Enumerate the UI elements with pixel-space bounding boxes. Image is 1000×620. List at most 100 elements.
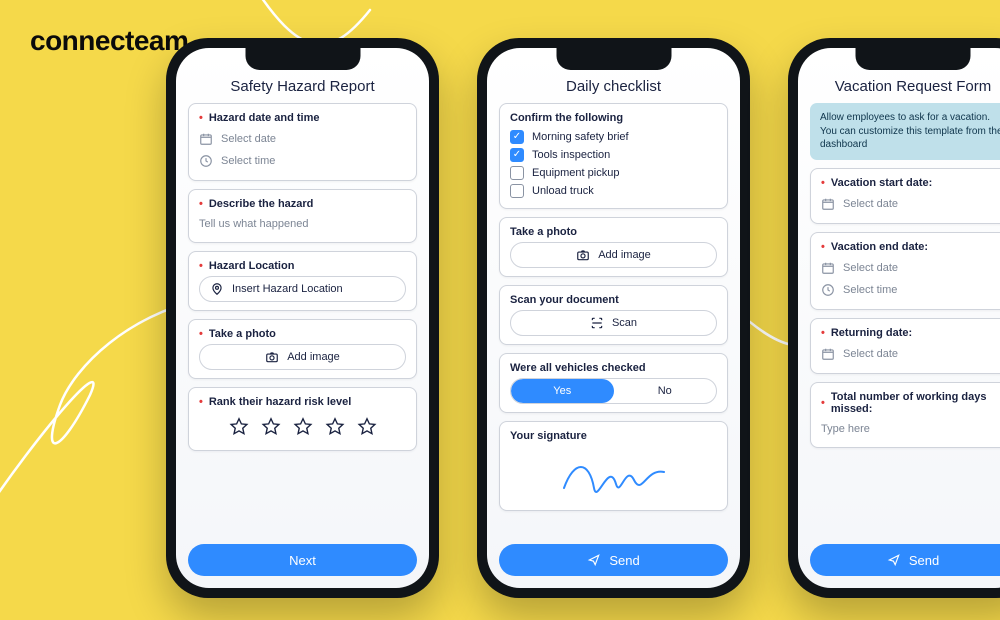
describe-input[interactable]: Tell us what happened [199, 214, 406, 234]
section-label: Take a photo [510, 226, 577, 238]
time-field[interactable]: Select time [199, 150, 406, 172]
scan-label: Scan [612, 317, 637, 329]
scan-icon [590, 316, 604, 330]
section-label: Were all vehicles checked [510, 362, 646, 374]
screen-daily-checklist: Daily checklist Confirm the following Mo… [487, 48, 740, 588]
section-label: Vacation start date: [831, 177, 932, 189]
checkbox-icon[interactable] [510, 130, 524, 144]
date-placeholder: Select date [843, 198, 898, 210]
phones-row: Safety Hazard Report • Hazard date and ti… [166, 38, 1000, 620]
screen-safety-report: Safety Hazard Report • Hazard date and ti… [176, 48, 429, 588]
date-field[interactable]: Select date [821, 343, 1000, 365]
date-placeholder: Select date [843, 348, 898, 360]
date-placeholder: Select date [843, 262, 898, 274]
segment-yes[interactable]: Yes [511, 379, 614, 403]
section-hazard-location: •Hazard Location Insert Hazard Location [188, 251, 417, 311]
calendar-icon [821, 347, 835, 361]
section-take-photo: Take a photo Add image [499, 217, 728, 277]
location-input[interactable]: Insert Hazard Location [199, 276, 406, 302]
check-row[interactable]: Equipment pickup [510, 164, 717, 182]
check-label: Tools inspection [532, 149, 610, 161]
section-returning-date: •Returning date: Select date [810, 318, 1000, 374]
calendar-icon [199, 132, 213, 146]
send-label: Send [909, 553, 939, 568]
check-row[interactable]: Morning safety brief [510, 128, 717, 146]
time-placeholder: Select time [843, 284, 897, 296]
scan-button[interactable]: Scan [510, 310, 717, 336]
add-image-label: Add image [287, 351, 340, 363]
days-placeholder: Type here [821, 423, 870, 435]
phone-notch [245, 48, 360, 70]
section-label: Total number of working days missed: [831, 391, 1000, 415]
section-label: Take a photo [209, 328, 276, 340]
star-outline-icon[interactable] [324, 416, 346, 438]
section-rank-risk: •Rank their hazard risk level [188, 387, 417, 451]
section-start-date: •Vacation start date: Select date [810, 168, 1000, 224]
date-field[interactable]: Select date [199, 128, 406, 150]
checkbox-icon[interactable] [510, 148, 524, 162]
check-label: Unload truck [532, 185, 594, 197]
send-button[interactable]: Send [810, 544, 1000, 576]
check-row[interactable]: Tools inspection [510, 146, 717, 164]
star-outline-icon[interactable] [260, 416, 282, 438]
info-banner: Allow employees to ask for a vacation. Y… [810, 103, 1000, 160]
section-vehicles-check: Were all vehicles checked Yes No [499, 353, 728, 413]
time-placeholder: Select time [221, 155, 275, 167]
star-outline-icon[interactable] [292, 416, 314, 438]
segment-no[interactable]: No [614, 379, 717, 403]
section-label: Hazard date and time [209, 112, 320, 124]
pin-icon [210, 282, 224, 296]
yes-no-segment: Yes No [510, 378, 717, 404]
section-label: Scan your document [510, 294, 619, 306]
screen-vacation-request: Vacation Request Form Allow employees to… [798, 48, 1000, 588]
location-placeholder: Insert Hazard Location [232, 283, 343, 295]
section-confirm: Confirm the following Morning safety bri… [499, 103, 728, 209]
section-label: Rank their hazard risk level [209, 396, 351, 408]
required-dot: • [199, 112, 203, 124]
send-button[interactable]: Send [499, 544, 728, 576]
camera-icon [265, 350, 279, 364]
phone-notch [856, 48, 971, 70]
signature-pad[interactable] [510, 446, 717, 502]
checkbox-icon[interactable] [510, 166, 524, 180]
section-label: Confirm the following [510, 112, 623, 124]
add-image-button[interactable]: Add image [199, 344, 406, 370]
form-title: Vacation Request Form [810, 78, 1000, 95]
section-take-photo: •Take a photo Add image [188, 319, 417, 379]
send-icon [587, 553, 601, 567]
section-end-date: •Vacation end date: Select date Select t… [810, 232, 1000, 310]
add-image-label: Add image [598, 249, 651, 261]
form-title: Daily checklist [499, 78, 728, 95]
section-days-missed: •Total number of working days missed: Ty… [810, 382, 1000, 448]
phone-vacation-request: Vacation Request Form Allow employees to… [788, 38, 1000, 598]
check-label: Equipment pickup [532, 167, 619, 179]
date-field[interactable]: Select date [821, 193, 1000, 215]
calendar-icon [821, 197, 835, 211]
checkbox-icon[interactable] [510, 184, 524, 198]
section-scan-document: Scan your document Scan [499, 285, 728, 345]
date-field[interactable]: Select date [821, 257, 1000, 279]
clock-icon [199, 154, 213, 168]
star-outline-icon[interactable] [356, 416, 378, 438]
check-row[interactable]: Unload truck [510, 182, 717, 200]
phone-safety-report: Safety Hazard Report • Hazard date and ti… [166, 38, 439, 598]
phone-notch [556, 48, 671, 70]
phone-daily-checklist: Daily checklist Confirm the following Mo… [477, 38, 750, 598]
days-input[interactable]: Type here [821, 419, 1000, 439]
section-hazard-datetime: • Hazard date and time Select date Select… [188, 103, 417, 181]
signature-stroke [554, 450, 674, 498]
section-label: Your signature [510, 430, 587, 442]
form-title: Safety Hazard Report [188, 78, 417, 95]
clock-icon [821, 283, 835, 297]
time-field[interactable]: Select time [821, 279, 1000, 301]
camera-icon [576, 248, 590, 262]
brand-logo: connecteam [30, 25, 188, 57]
section-label: Describe the hazard [209, 198, 314, 210]
star-rating[interactable] [199, 412, 406, 442]
add-image-button[interactable]: Add image [510, 242, 717, 268]
section-label: Hazard Location [209, 260, 295, 272]
check-label: Morning safety brief [532, 131, 629, 143]
next-button[interactable]: Next [188, 544, 417, 576]
star-outline-icon[interactable] [228, 416, 250, 438]
section-label: Vacation end date: [831, 241, 928, 253]
